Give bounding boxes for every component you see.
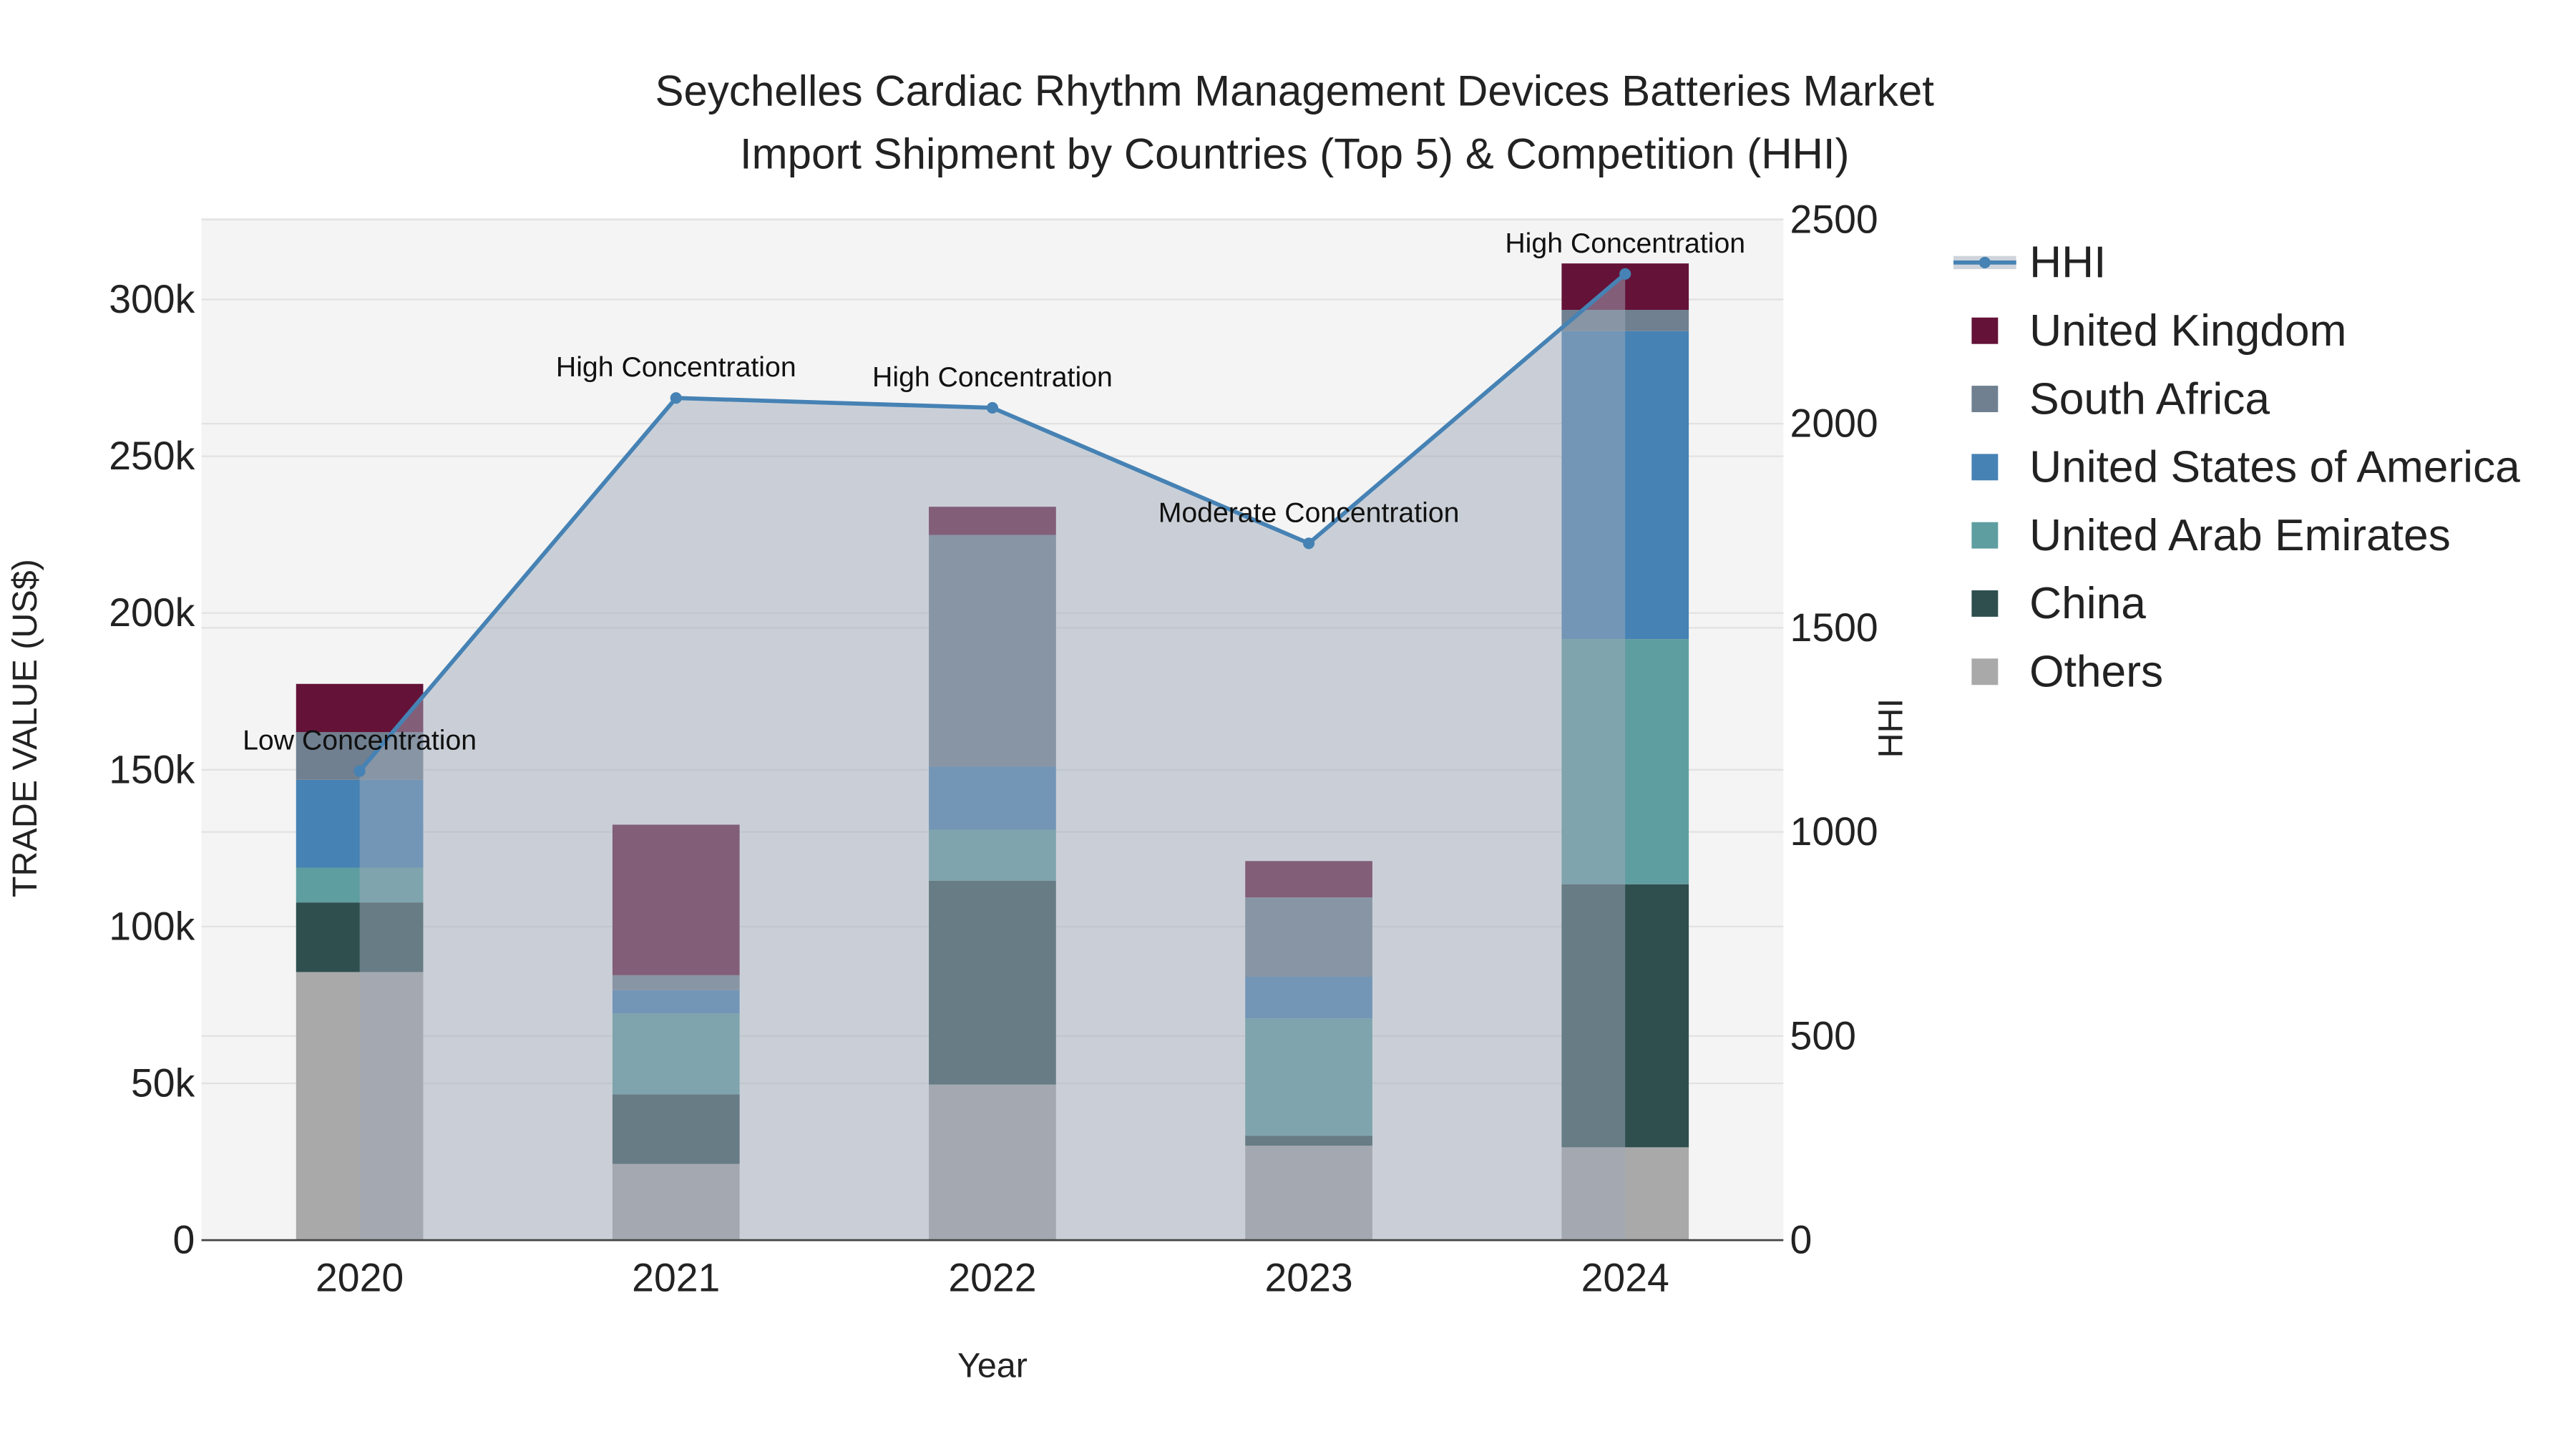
y2-axis-title: HHI [1871, 698, 1910, 758]
chart-title-line1: Seychelles Cardiac Rhythm Management Dev… [655, 67, 1935, 115]
legend-label: China [2029, 579, 2146, 628]
legend-label: United States of America [2029, 443, 2520, 492]
y-tick-label: 300k [109, 277, 195, 321]
legend-swatch [1971, 317, 1999, 344]
y2-tick-label: 1500 [1790, 605, 1878, 650]
x-tick-label: 2024 [1581, 1256, 1669, 1300]
x-axis-title: Year [957, 1347, 1028, 1385]
hhi-annotation: High Concentration [872, 361, 1113, 393]
y-tick-label: 50k [131, 1060, 195, 1105]
y2-tick-label: 1000 [1790, 809, 1878, 854]
y2-tick-label: 2000 [1790, 401, 1878, 446]
hhi-point [1303, 537, 1315, 550]
legend-label: HHI [2029, 238, 2106, 288]
hhi-point [353, 765, 366, 777]
x-tick-label: 2021 [632, 1256, 720, 1300]
legend-swatch [1971, 454, 1999, 481]
legend-label: South Africa [2029, 374, 2270, 424]
legend-swatch [1971, 590, 1999, 617]
y2-tick-label: 2500 [1790, 197, 1878, 241]
legend-label: United Kingdom [2029, 306, 2346, 356]
legend-label: Others [2029, 648, 2163, 697]
legend-swatch [1971, 386, 1999, 412]
hhi-annotation: Low Concentration [243, 725, 477, 756]
hhi-annotation: High Concentration [1505, 228, 1745, 259]
y2-tick-label: 0 [1790, 1218, 1813, 1262]
legend-marker-hhi [1979, 256, 1991, 268]
hhi-annotation: Moderate Concentration [1158, 497, 1460, 528]
hhi-point [670, 392, 682, 404]
hhi-point [986, 401, 998, 414]
y-tick-label: 0 [172, 1218, 195, 1262]
x-tick-label: 2023 [1264, 1256, 1352, 1300]
y-tick-label: 250k [109, 434, 195, 478]
legend-swatch [1971, 658, 1999, 686]
x-tick-label: 2022 [948, 1256, 1036, 1300]
y-tick-label: 200k [109, 590, 195, 635]
y-tick-label: 150k [109, 747, 195, 791]
chart-title-line2: Import Shipment by Countries (Top 5) & C… [740, 130, 1850, 177]
hhi-annotation: High Concentration [556, 351, 796, 383]
legend-swatch [1971, 522, 1999, 549]
x-tick-label: 2020 [316, 1256, 404, 1300]
legend-label: United Arab Emirates [2029, 511, 2451, 560]
y-tick-label: 100k [109, 904, 195, 948]
y2-tick-label: 500 [1790, 1013, 1856, 1058]
chart: Seychelles Cardiac Rhythm Management Dev… [0, 0, 2576, 1449]
y-axis-title: TRADE VALUE (US$) [6, 559, 44, 897]
hhi-point [1619, 268, 1631, 280]
